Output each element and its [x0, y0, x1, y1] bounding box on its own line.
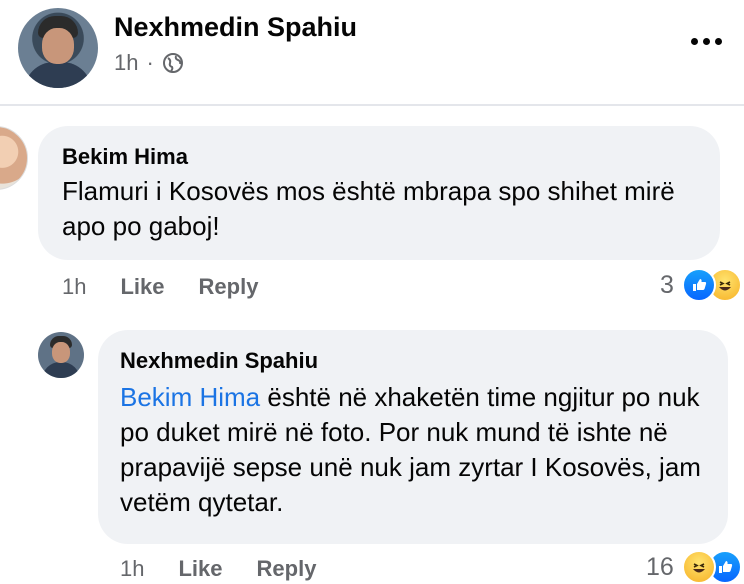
reply-time[interactable]: 1h [120, 556, 144, 582]
like-button[interactable]: Like [120, 274, 164, 300]
globe-icon[interactable] [162, 52, 184, 74]
more-options-icon[interactable] [691, 38, 722, 45]
post-meta: 1h · [114, 50, 184, 76]
reply-author-avatar[interactable] [38, 332, 84, 378]
reply-reactions-summary[interactable]: 16 [646, 550, 742, 584]
reply-reaction-count: 16 [646, 552, 674, 581]
comment-author[interactable]: Bekim Hima [62, 144, 188, 170]
reply-reply-button[interactable]: Reply [257, 556, 317, 582]
meta-separator: · [146, 50, 154, 75]
reply-actions: 1h Like Reply [120, 556, 316, 582]
comment-text: Flamuri i Kosovës mos është mbrapa spo s… [62, 176, 675, 241]
reply-author[interactable]: Nexhmedin Spahiu [120, 348, 318, 374]
comment-actions: 1h Like Reply [62, 274, 258, 300]
reply-like-button[interactable]: Like [178, 556, 222, 582]
post-author-name[interactable]: Nexhmedin Spahiu [114, 12, 357, 43]
author-avatar[interactable] [18, 8, 98, 88]
comment-time[interactable]: 1h [62, 274, 86, 300]
header-divider [0, 104, 744, 106]
reaction-count: 3 [660, 270, 674, 299]
commenter-avatar[interactable] [0, 126, 28, 190]
reply-bubble: Nexhmedin Spahiu Bekim Hima është në xha… [98, 330, 728, 544]
reply-text: Bekim Hima është në xhaketën time ngjitu… [120, 380, 720, 520]
post-header: Nexhmedin Spahiu 1h · [0, 0, 744, 104]
reply-button[interactable]: Reply [199, 274, 259, 300]
post-time[interactable]: 1h [114, 50, 138, 76]
mention-link[interactable]: Bekim Hima [120, 382, 260, 412]
haha-icon [681, 550, 716, 584]
like-icon [681, 268, 716, 302]
comment-bubble: Bekim Hima Flamuri i Kosovës mos është m… [38, 126, 720, 260]
reactions-summary[interactable]: 3 [660, 268, 742, 302]
